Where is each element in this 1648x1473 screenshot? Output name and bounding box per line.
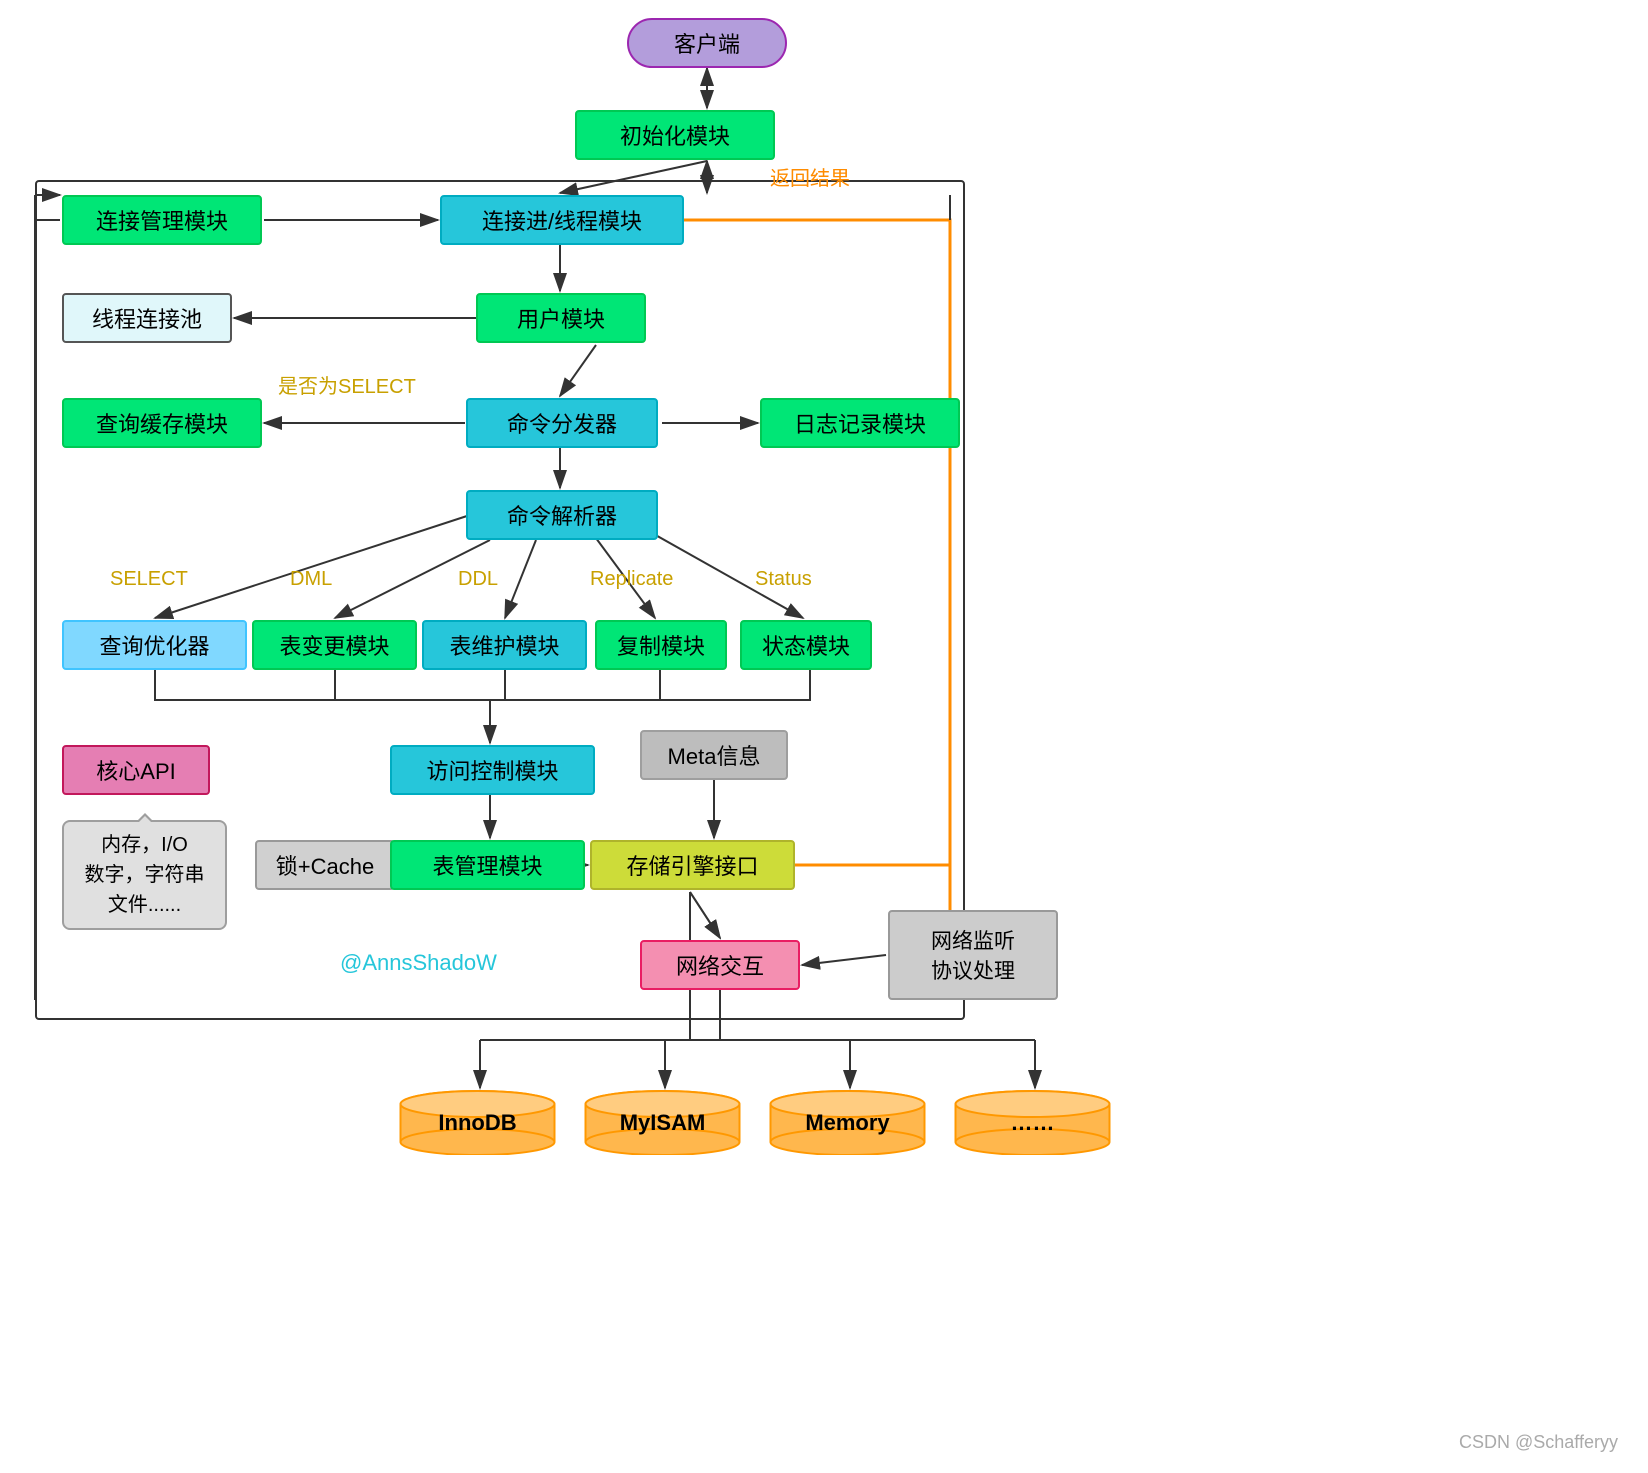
label-is-select: 是否为SELECT [278,370,416,399]
node-query-cache: 查询缓存模块 [62,398,262,448]
node-innodb: InnoDB [395,1090,560,1155]
node-network-monitor: 网络监听 协议处理 [888,910,1058,1000]
node-meta-info: Meta信息 [640,730,788,780]
label-select: SELECT [110,568,188,591]
node-ellipsis: …… [950,1090,1115,1155]
label-replicate: Replicate [590,568,673,591]
node-cmd-parser: 命令解析器 [466,490,658,540]
node-table-maintain: 表维护模块 [422,620,587,670]
node-myisam: MyISAM [580,1090,745,1155]
node-user-module: 用户模块 [476,293,646,343]
watermark: @AnnsShadoW [340,950,497,976]
node-lock-cache: 锁+Cache [255,840,395,890]
node-network-interact: 网络交互 [640,940,800,990]
label-ddl: DDL [458,568,498,591]
node-conn-thread: 连接进/线程模块 [440,195,684,245]
node-access-control: 访问控制模块 [390,745,595,795]
label-return-result: 返回结果 [770,162,850,191]
node-core-api: 核心API [62,745,210,795]
label-dml: DML [290,568,332,591]
node-table-manager: 表管理模块 [390,840,585,890]
node-table-change: 表变更模块 [252,620,417,670]
node-log-module: 日志记录模块 [760,398,960,448]
label-status: Status [755,568,812,591]
node-memory: Memory [765,1090,930,1155]
node-conn-manage: 连接管理模块 [62,195,262,245]
node-memory-io: 内存，I/O 数字，字符串 文件...... [62,820,227,930]
node-thread-pool: 线程连接池 [62,293,232,343]
node-replicate-module: 复制模块 [595,620,727,670]
copyright: CSDN @Schafferyy [1459,1432,1618,1453]
node-client: 客户端 [627,18,787,68]
node-storage-interface: 存储引擎接口 [590,840,795,890]
node-query-optimizer: 查询优化器 [62,620,247,670]
node-status-module: 状态模块 [740,620,872,670]
node-init-module: 初始化模块 [575,110,775,160]
diagram-container: 客户端 初始化模块 连接管理模块 连接进/线程模块 返回结果 线程连接池 用户模… [0,0,1648,1473]
node-cmd-dispatcher: 命令分发器 [466,398,658,448]
